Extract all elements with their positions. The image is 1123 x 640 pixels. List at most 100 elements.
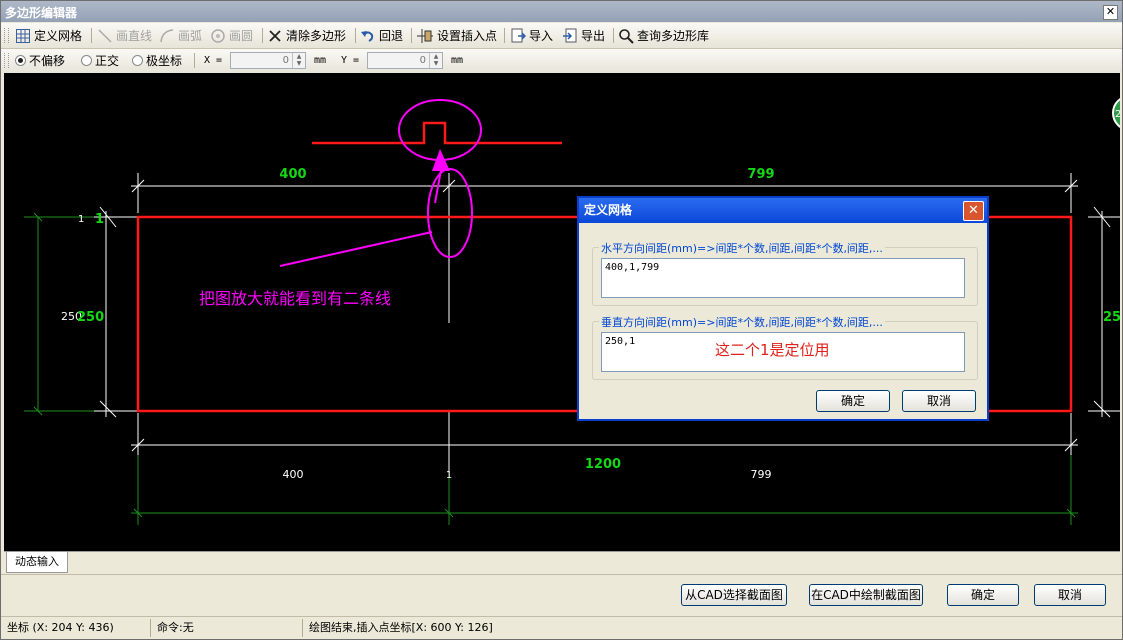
- dimension-label: 250: [77, 310, 104, 325]
- status-coordinates: 坐标 (X: 204 Y: 436): [3, 619, 151, 637]
- export-label: 导出: [581, 29, 606, 43]
- y-offset-spinner[interactable]: ▲ ▼: [429, 53, 442, 68]
- offset-options-bar: 不偏移 正交 极坐标 X = 0 ▲ ▼ mm Y = 0 ▲ ▼ mm: [1, 49, 1122, 73]
- import-button[interactable]: 导入: [510, 27, 553, 44]
- right-edge-badge-label: 2: [1115, 109, 1120, 120]
- radio-selected-indicator: [15, 55, 26, 66]
- dimension-label: 1: [95, 212, 104, 227]
- x-offset-spinner[interactable]: ▲ ▼: [292, 53, 305, 68]
- x-offset-input[interactable]: 0 ▲ ▼: [230, 52, 306, 69]
- y-offset-value: 0: [419, 55, 426, 66]
- import-label: 导入: [529, 29, 554, 43]
- polar-label: 极坐标: [146, 54, 183, 68]
- toolbar: 定义网格 画直线 画弧 画圆 清除多边形 回退 设置插入点 导入 导出 查询多边…: [1, 23, 1122, 49]
- toolbar-separator: [504, 28, 505, 43]
- y-label: Y =: [341, 55, 360, 66]
- ok-button[interactable]: 确定: [947, 584, 1019, 606]
- horizontal-spacing-input[interactable]: 400,1,799: [601, 258, 965, 298]
- circle-icon: [211, 28, 225, 43]
- options-grip[interactable]: [4, 53, 9, 68]
- annotation-text: 把图放大就能看到有二条线: [199, 289, 391, 308]
- clear-polygon-button[interactable]: 清除多边形: [267, 27, 346, 44]
- dialog-cancel-button[interactable]: 取消: [902, 390, 976, 412]
- horizontal-spacing-group: 水平方向间距(mm)=>间距*个数,间距,间距*个数,间距,... 400,1,…: [592, 240, 978, 306]
- line-icon: [98, 28, 112, 43]
- undo-button[interactable]: 回退: [360, 27, 403, 44]
- dialog-close-button[interactable]: ✕: [963, 201, 984, 221]
- orthogonal-radio[interactable]: 正交: [81, 52, 119, 69]
- draw-arc-label: 画弧: [178, 29, 203, 43]
- dialog-title-bar: 定义网格: [579, 198, 987, 223]
- query-polygon-library-label: 查询多边形库: [637, 29, 710, 43]
- x-label: X =: [204, 55, 223, 66]
- window-title: 多边形编辑器: [5, 6, 78, 20]
- toolbar-separator: [613, 28, 614, 43]
- tab-strip: 动态输入: [4, 551, 1120, 574]
- y-unit-label: mm: [451, 55, 464, 66]
- draw-line-button[interactable]: 画直线: [97, 27, 152, 44]
- offset-none-label: 不偏移: [29, 54, 66, 68]
- status-bar: 坐标 (X: 204 Y: 436) 命令:无 绘图结束,插入点坐标[X: 60…: [1, 616, 1122, 639]
- vertical-spacing-label: 垂直方向间距(mm)=>间距*个数,间距,间距*个数,间距,...: [599, 314, 885, 330]
- x-offset-value: 0: [282, 55, 289, 66]
- status-command: 命令:无: [153, 619, 303, 637]
- status-message: 绘图结束,插入点坐标[X: 600 Y: 126]: [309, 621, 493, 634]
- dimension-label: 799: [747, 167, 774, 182]
- select-from-cad-button[interactable]: 从CAD选择截面图: [681, 584, 787, 606]
- detail-profile: [312, 121, 562, 145]
- title-bar: 多边形编辑器 ✕: [1, 1, 1122, 22]
- dimension-label: 400: [279, 167, 306, 182]
- draw-line-label: 画直线: [116, 29, 153, 43]
- y-offset-input[interactable]: 0 ▲ ▼: [367, 52, 443, 69]
- options-separator: [194, 53, 195, 68]
- define-grid-button[interactable]: 定义网格: [15, 27, 82, 44]
- draw-circle-button[interactable]: 画圆: [210, 27, 253, 44]
- draw-in-cad-button[interactable]: 在CAD中绘制截面图: [809, 584, 923, 606]
- draw-arc-button[interactable]: 画弧: [159, 27, 202, 44]
- tab-dynamic-input[interactable]: 动态输入: [6, 552, 68, 573]
- horizontal-spacing-label: 水平方向间距(mm)=>间距*个数,间距,间距*个数,间距,...: [599, 240, 885, 256]
- bottom-button-bar: 从CAD选择截面图 在CAD中绘制截面图 确定 取消: [1, 574, 1122, 617]
- x-unit-label: mm: [314, 55, 327, 66]
- orthogonal-label: 正交: [95, 54, 120, 68]
- insert-point-icon: [417, 28, 433, 43]
- toolbar-grip[interactable]: [4, 28, 9, 43]
- undo-label: 回退: [379, 29, 404, 43]
- window-close-button[interactable]: ✕: [1103, 5, 1118, 20]
- polygon-editor-window: 多边形编辑器 ✕ 定义网格 画直线 画弧 画圆 清除多边形 回退 设置插入点 导…: [0, 0, 1123, 640]
- total-dimension-label: 1200: [585, 457, 621, 472]
- define-grid-label: 定义网格: [34, 29, 83, 43]
- offset-none-radio[interactable]: 不偏移: [15, 52, 65, 69]
- dimension-label: 25: [1103, 310, 1120, 325]
- dimension-label: 1: [78, 214, 84, 225]
- positioning-note: 这二个1是定位用: [715, 341, 830, 359]
- export-button[interactable]: 导出: [562, 27, 605, 44]
- draw-circle-label: 画圆: [229, 29, 254, 43]
- dialog-title: 定义网格: [584, 203, 633, 217]
- dimension-label: 400: [283, 468, 304, 481]
- toolbar-separator: [91, 28, 92, 43]
- toolbar-separator: [355, 28, 356, 43]
- clear-polygon-label: 清除多边形: [286, 29, 347, 43]
- dimension-label: 1: [446, 470, 452, 481]
- import-icon: [511, 28, 526, 42]
- arc-icon: [160, 28, 174, 42]
- grid-icon: [16, 28, 30, 43]
- radio-indicator: [81, 55, 92, 66]
- polar-radio[interactable]: 极坐标: [132, 52, 182, 69]
- toolbar-separator: [262, 28, 263, 43]
- set-insert-point-label: 设置插入点: [437, 29, 498, 43]
- annotation-marks: [279, 99, 482, 267]
- export-icon: [563, 28, 577, 42]
- close-icon: [269, 29, 281, 42]
- cancel-button[interactable]: 取消: [1034, 584, 1106, 606]
- search-icon: [619, 28, 634, 44]
- define-grid-dialog: 定义网格 ✕ 水平方向间距(mm)=>间距*个数,间距,间距*个数,间距,...…: [577, 196, 989, 421]
- set-insert-point-button[interactable]: 设置插入点: [416, 27, 497, 44]
- undo-icon: [361, 30, 374, 42]
- dialog-ok-button[interactable]: 确定: [816, 390, 890, 412]
- query-polygon-library-button[interactable]: 查询多边形库: [618, 27, 709, 44]
- radio-indicator: [132, 55, 143, 66]
- toolbar-separator: [411, 28, 412, 43]
- dimension-label: 799: [751, 468, 772, 481]
